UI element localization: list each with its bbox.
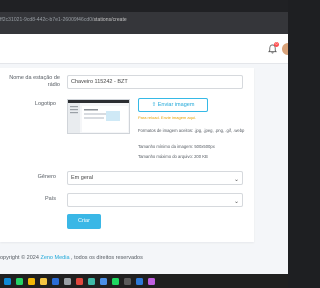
spotify-icon[interactable] <box>112 278 119 285</box>
upload-image-label: Enviar imagem <box>157 102 195 108</box>
station-name-input[interactable]: Chaveiro 115242 - BZT <box>67 75 243 89</box>
upload-image-button[interactable]: ⇧ Enviar imagem <box>138 98 208 112</box>
browser-tab-strip <box>0 0 288 12</box>
notification-badge: 0 <box>274 42 279 47</box>
footer-prefix: opyright © 2024 <box>0 255 41 261</box>
footer-link-zeno-media[interactable]: Zeno Media <box>40 255 69 261</box>
settings-icon[interactable] <box>64 278 71 285</box>
terminal-icon[interactable] <box>124 278 131 285</box>
page: 0 Nome da estação de rádio Chaveiro 1152… <box>0 34 288 274</box>
code-icon[interactable] <box>136 278 143 285</box>
os-taskbar <box>0 274 288 288</box>
avatar[interactable] <box>282 43 288 55</box>
app2-icon[interactable] <box>88 278 95 285</box>
min-size-info: Tamanho mínimo da imagem: 500x500px <box>138 144 215 149</box>
footer-suffix: , todos os direitos reservados <box>69 255 143 261</box>
store-icon[interactable] <box>52 278 59 285</box>
edge-icon[interactable] <box>4 278 11 285</box>
genre-label: Gênero <box>37 174 56 180</box>
app3-icon[interactable] <box>148 278 155 285</box>
screen: ff2c31021-9cd8-442c-b7e1-26009f46cd0/sta… <box>0 0 288 288</box>
logo-preview-thumbnail <box>68 100 129 133</box>
mail-icon[interactable] <box>100 278 107 285</box>
url-host: ff2c31021-9cd8-442c-b7e1-26009f46cd0/ <box>0 17 94 23</box>
chrome-icon[interactable] <box>28 278 35 285</box>
footer-copyright: opyright © 2024 Zeno Media , todos os di… <box>0 255 143 261</box>
genre-selected-value: Em geral <box>71 175 94 181</box>
files-icon[interactable] <box>40 278 47 285</box>
app-icon[interactable] <box>76 278 83 285</box>
chevron-down-icon: ⌄ <box>233 177 239 183</box>
accepted-formats-info: Formatos de imagem aceitos: .jpg, .jpeg,… <box>138 128 245 133</box>
logo-preview-image <box>67 99 130 134</box>
country-select[interactable]: ⌄ <box>67 193 243 207</box>
url-path: stations/create <box>93 17 127 23</box>
create-station-form: Nome da estação de rádio Chaveiro 115242… <box>0 68 254 242</box>
genre-select[interactable]: Em geral ⌄ <box>67 171 243 185</box>
url-text[interactable]: ff2c31021-9cd8-442c-b7e1-26009f46cd0/sta… <box>0 17 127 23</box>
station-name-label: Nome da estação de rádio <box>9 75 60 88</box>
create-button[interactable]: Criar <box>67 214 101 229</box>
country-label: País <box>44 196 56 202</box>
upload-required-note: Para reload. Envie imagem aqui. <box>138 115 197 120</box>
max-file-size-info: Tamanho máximo do arquivo: 200 KB <box>138 154 208 159</box>
browser-address-bar[interactable]: ff2c31021-9cd8-442c-b7e1-26009f46cd0/sta… <box>0 12 288 34</box>
chevron-down-icon: ⌄ <box>233 199 239 205</box>
whatsapp-icon[interactable] <box>16 278 23 285</box>
logo-label: Logotipo <box>34 101 56 107</box>
top-navigation: 0 <box>0 34 288 64</box>
